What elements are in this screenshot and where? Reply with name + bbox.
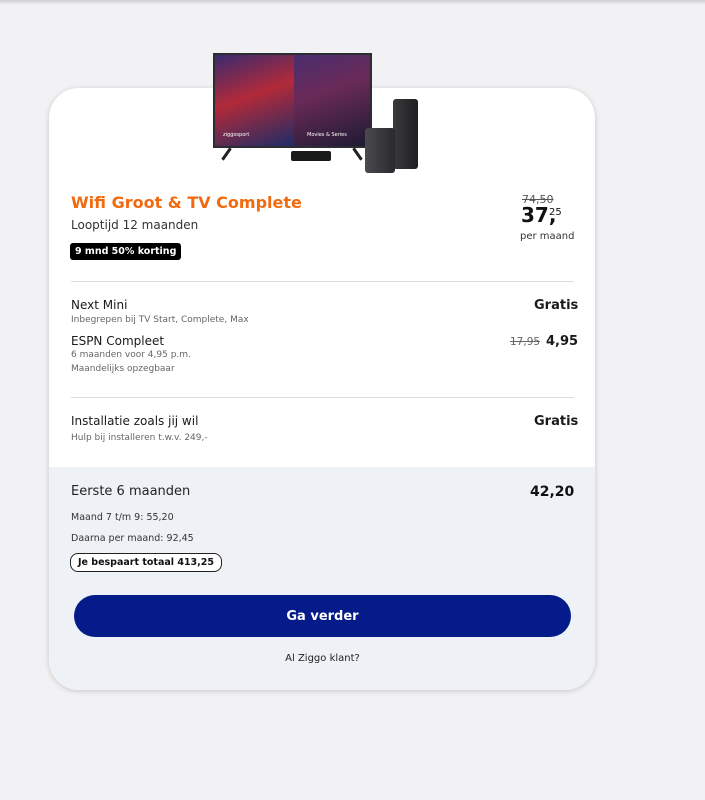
item-espn-sub2: Maandelijks opzegbaar <box>71 364 175 374</box>
divider <box>71 397 574 398</box>
savings-badge: Je bespaart totaal 413,25 <box>70 553 222 572</box>
continue-button[interactable]: Ga verder <box>74 595 571 637</box>
top-shadow <box>0 0 705 4</box>
divider <box>71 281 574 282</box>
price-cents: 25 <box>549 207 562 218</box>
tv-sport-label: ziggosport <box>223 132 250 138</box>
next-mini-box-image <box>291 151 331 161</box>
modem-image <box>393 99 418 169</box>
item-espn-sub1: 6 maanden voor 4,95 p.m. <box>71 350 191 360</box>
product-title: Wifi Groot & TV Complete <box>71 193 302 212</box>
item-espn-price: 4,95 <box>546 334 579 349</box>
item-espn-name: ESPN Compleet <box>71 334 165 348</box>
item-espn-price-old: 17,95 <box>510 336 541 348</box>
product-image: ziggosport Movies & Series <box>213 53 433 178</box>
product-duration: Looptijd 12 maanden <box>71 218 199 232</box>
summary-total: 42,20 <box>530 484 575 500</box>
tv-stand-right <box>352 147 363 161</box>
price-unit: per maand <box>520 231 575 242</box>
existing-customer-link[interactable]: Al Ziggo klant? <box>0 653 645 664</box>
item-next-mini-sub: Inbegrepen bij TV Start, Complete, Max <box>71 315 249 325</box>
tv-image: ziggosport Movies & Series <box>213 53 372 148</box>
tv-movies-label: Movies & Series <box>307 132 347 138</box>
summary-line-month-7-9: Maand 7 t/m 9: 55,20 <box>71 512 174 523</box>
tv-box-image <box>365 128 395 173</box>
summary-title: Eerste 6 maanden <box>71 484 191 499</box>
discount-badge: 9 mnd 50% korting <box>70 243 182 260</box>
tv-stand-left <box>221 147 232 161</box>
item-next-mini-price: Gratis <box>534 298 579 313</box>
item-next-mini-name: Next Mini <box>71 298 128 312</box>
item-installation-name: Installatie zoals jij wil <box>71 414 199 428</box>
item-installation-sub: Hulp bij installeren t.w.v. 249,- <box>71 433 208 443</box>
item-installation-price: Gratis <box>534 414 579 429</box>
summary-line-after: Daarna per maand: 92,45 <box>71 533 194 544</box>
